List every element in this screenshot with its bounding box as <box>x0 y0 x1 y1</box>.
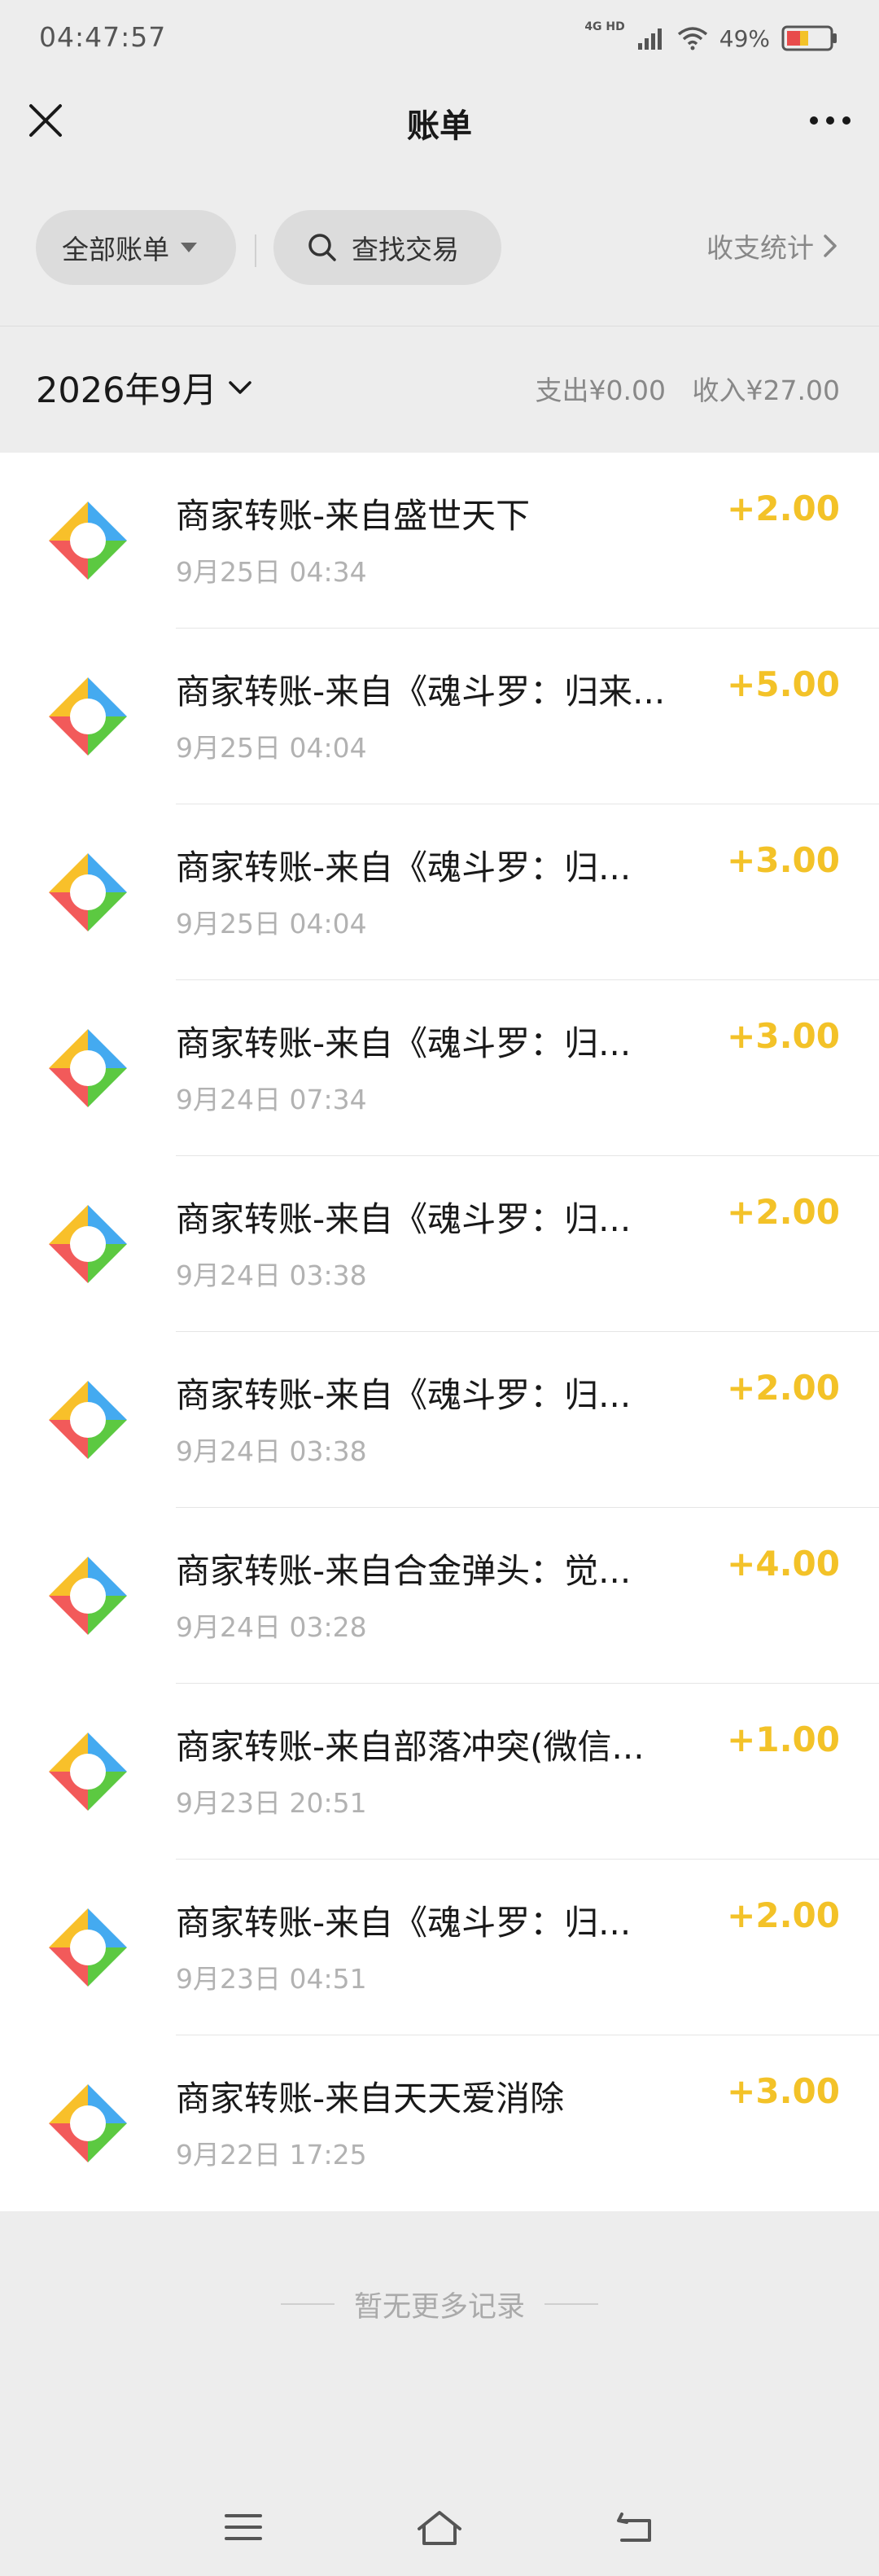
transaction-title: 商家转账-来自《魂斗罗：归... <box>176 1375 632 1415</box>
transaction-title: 商家转账-来自《魂斗罗：归... <box>176 1023 632 1063</box>
chevron-down-icon <box>229 381 251 394</box>
end-note-text: 暂无更多记录 <box>353 2290 525 2324</box>
merchant-pinwheel-icon <box>49 1733 127 1811</box>
transaction-amount: +3.00 <box>727 840 840 880</box>
transaction-date: 9月24日 03:28 <box>176 1611 367 1643</box>
status-time: 04:47:57 <box>39 21 167 53</box>
transaction-date: 9月24日 03:38 <box>176 1260 367 1291</box>
merchant-pinwheel-icon <box>49 1908 127 1987</box>
page-title: 账单 <box>407 107 472 145</box>
caret-down-icon <box>181 243 197 252</box>
transaction-date: 9月22日 17:25 <box>176 2139 367 2171</box>
transaction-amount: +2.00 <box>727 1368 840 1408</box>
system-nav-bar <box>0 2478 879 2576</box>
expense-total: 支出¥0.00 <box>535 375 667 406</box>
battery-icon <box>781 25 837 51</box>
stats-link[interactable]: 收支统计 <box>706 226 840 265</box>
filter-bar: 全部账单 查找交易 收支统计 <box>0 202 879 290</box>
month-header: 2026年9月 支出¥0.00 收入¥27.00 <box>0 326 879 454</box>
transaction-title: 商家转账-来自天天爱消除 <box>176 2079 565 2118</box>
wifi-icon <box>677 27 707 50</box>
battery-percentage: 49% <box>719 24 770 52</box>
month-totals: 支出¥0.00 收入¥27.00 <box>529 369 840 408</box>
transaction-amount: +2.00 <box>727 1192 840 1232</box>
transaction-date: 9月25日 04:34 <box>176 556 367 588</box>
transaction-row[interactable]: 商家转账-来自《魂斗罗：归... 9月25日 04:04 +3.00 <box>0 804 879 980</box>
search-transactions-button[interactable]: 查找交易 <box>273 210 501 285</box>
all-bills-filter-button[interactable]: 全部账单 <box>36 210 236 285</box>
transaction-date: 9月23日 04:51 <box>176 1963 367 1995</box>
all-bills-label: 全部账单 <box>62 234 169 265</box>
status-indicators: 4G HD 49% <box>584 20 838 52</box>
transaction-row[interactable]: 商家转账-来自《魂斗罗：归... 9月24日 03:38 +2.00 <box>0 1156 879 1332</box>
transaction-date: 9月24日 07:34 <box>176 1084 367 1115</box>
transaction-row[interactable]: 商家转账-来自部落冲突(微信... 9月23日 20:51 +1.00 <box>0 1684 879 1860</box>
title-bar: 账单 <box>0 81 879 163</box>
transaction-row[interactable]: 商家转账-来自《魂斗罗：归... 9月24日 07:34 +3.00 <box>0 980 879 1156</box>
month-label: 2026年9月 <box>36 370 217 411</box>
search-label: 查找交易 <box>352 234 459 265</box>
merchant-pinwheel-icon <box>49 1381 127 1459</box>
more-icon[interactable] <box>806 99 855 142</box>
transaction-amount: +2.00 <box>727 488 840 528</box>
merchant-pinwheel-icon <box>49 1205 127 1283</box>
merchant-pinwheel-icon <box>49 677 127 756</box>
transaction-list: 商家转账-来自盛世天下 9月25日 04:34 +2.00 商家转账-来自《魂斗罗：归… <box>0 453 879 2211</box>
chevron-right-icon <box>824 234 837 257</box>
transaction-title: 商家转账-来自《魂斗罗：归... <box>176 1903 632 1943</box>
transaction-row[interactable]: 商家转账-来自《魂斗罗：归... 9月24日 03:38 +2.00 <box>0 1332 879 1508</box>
transaction-amount: +3.00 <box>727 2071 840 2111</box>
transaction-title: 商家转账-来自合金弹头：觉... <box>176 1551 632 1591</box>
merchant-pinwheel-icon <box>49 1557 127 1635</box>
transaction-row[interactable]: 商家转账-来自《魂斗罗：归来... 9月25日 04:04 +5.00 <box>0 629 879 804</box>
transaction-row[interactable]: 商家转账-来自《魂斗罗：归... 9月23日 04:51 +2.00 <box>0 1860 879 2035</box>
end-line-right <box>544 2303 598 2305</box>
back-icon[interactable] <box>607 2503 664 2552</box>
merchant-pinwheel-icon <box>49 502 127 580</box>
merchant-pinwheel-icon <box>49 2084 127 2162</box>
transaction-title: 商家转账-来自部落冲突(微信... <box>176 1727 645 1767</box>
filter-divider <box>255 234 256 267</box>
transaction-row[interactable]: 商家转账-来自合金弹头：觉... 9月24日 03:28 +4.00 <box>0 1508 879 1684</box>
transaction-amount: +3.00 <box>727 1016 840 1056</box>
transaction-date: 9月24日 03:38 <box>176 1435 367 1467</box>
menu-icon[interactable] <box>215 2503 272 2552</box>
search-icon <box>308 234 336 261</box>
merchant-pinwheel-icon <box>49 1029 127 1107</box>
signal-icon <box>637 28 662 50</box>
income-total: 收入¥27.00 <box>692 375 840 406</box>
month-selector[interactable]: 2026年9月 <box>36 362 255 413</box>
status-bar: 04:47:57 4G HD 49% <box>0 0 879 81</box>
end-of-list-note: 暂无更多记录 <box>0 2280 879 2328</box>
transaction-amount: +4.00 <box>727 1544 840 1584</box>
transaction-title: 商家转账-来自《魂斗罗：归来... <box>176 672 666 712</box>
transaction-row[interactable]: 商家转账-来自盛世天下 9月25日 04:34 +2.00 <box>0 453 879 629</box>
transaction-title: 商家转账-来自《魂斗罗：归... <box>176 848 632 887</box>
transaction-date: 9月25日 04:04 <box>176 732 367 764</box>
transaction-date: 9月25日 04:04 <box>176 908 367 940</box>
stats-label: 收支统计 <box>706 232 814 264</box>
network-label: 4G HD <box>584 20 625 33</box>
transaction-title: 商家转账-来自盛世天下 <box>176 496 531 536</box>
transaction-amount: +2.00 <box>727 1895 840 1935</box>
transaction-date: 9月23日 20:51 <box>176 1787 367 1819</box>
transaction-title: 商家转账-来自《魂斗罗：归... <box>176 1199 632 1239</box>
transaction-row[interactable]: 商家转账-来自天天爱消除 9月22日 17:25 +3.00 <box>0 2035 879 2211</box>
home-icon[interactable] <box>411 2503 468 2552</box>
transaction-amount: +5.00 <box>727 664 840 704</box>
end-line-left <box>280 2303 335 2305</box>
merchant-pinwheel-icon <box>49 853 127 931</box>
transaction-amount: +1.00 <box>727 1720 840 1759</box>
